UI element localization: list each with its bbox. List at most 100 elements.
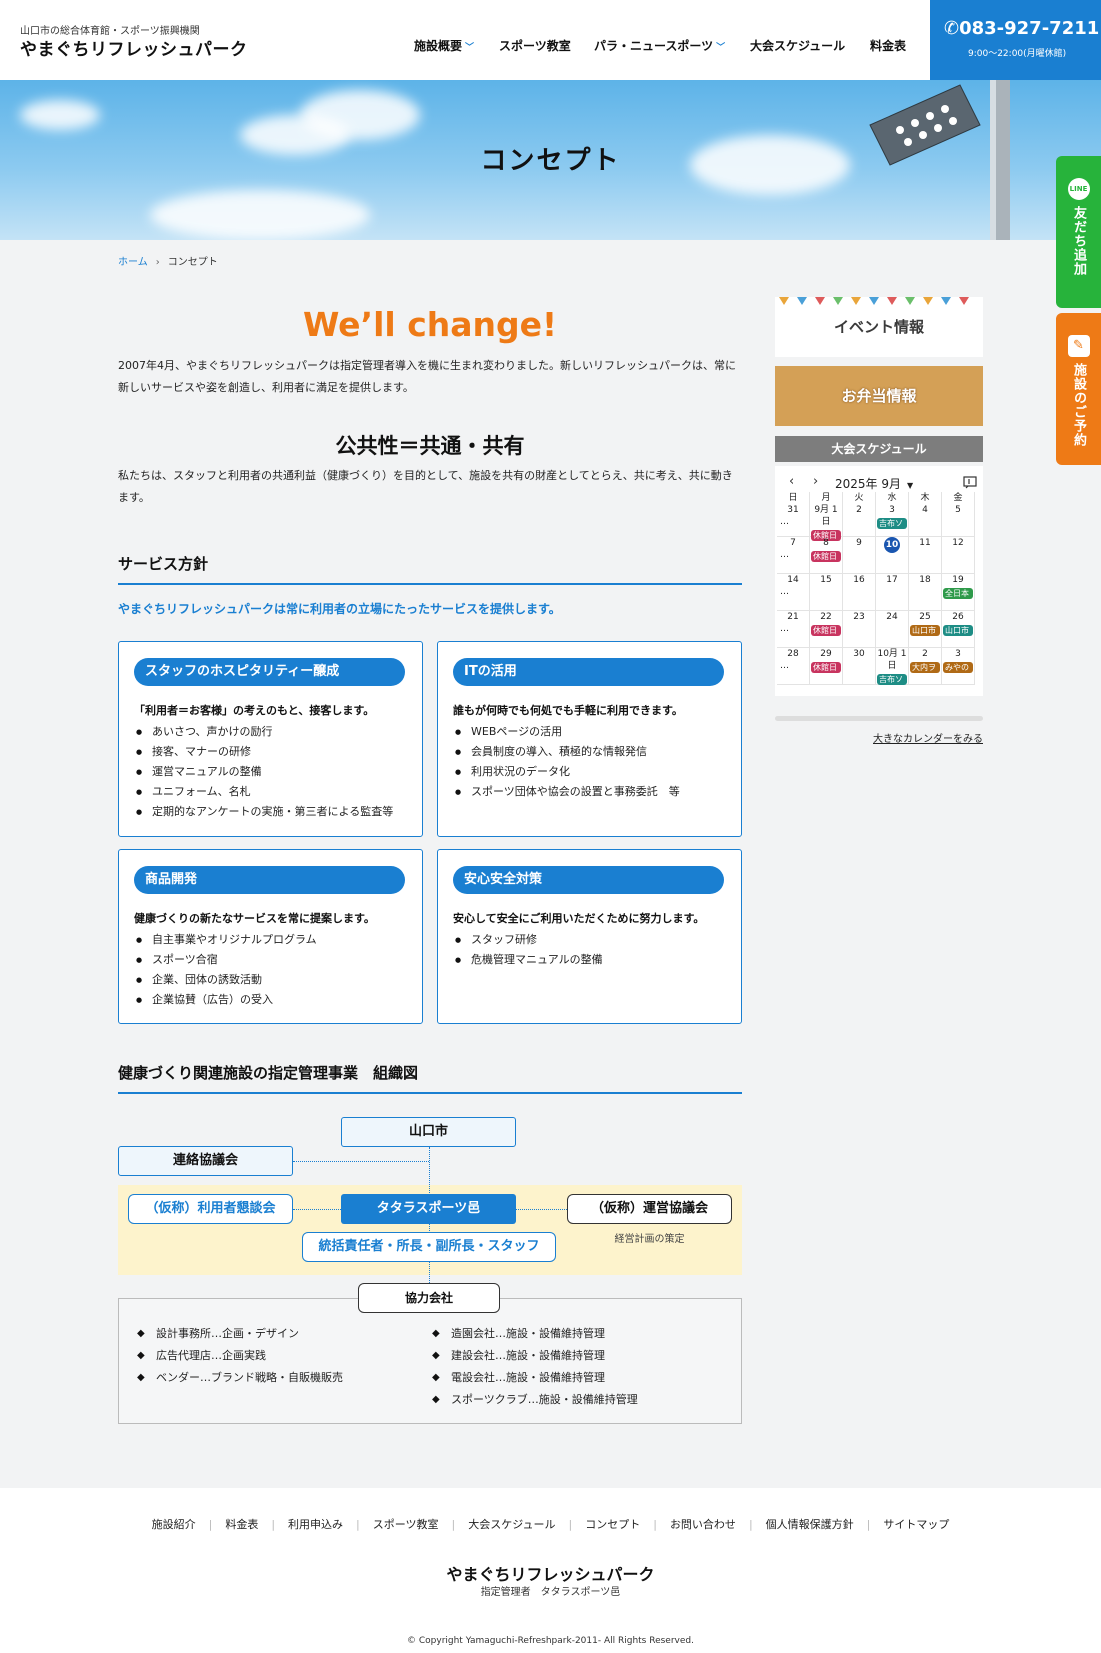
phone-number: ✆083-927-7211 xyxy=(944,18,1100,39)
more-events-indicator[interactable]: … xyxy=(777,549,809,561)
calendar-day-cell[interactable]: 10 xyxy=(876,537,909,574)
calendar-event[interactable]: 山口市 xyxy=(943,625,973,636)
nav-tournament-schedule[interactable]: 大会スケジュール xyxy=(750,37,845,54)
footer-nav-link[interactable]: 大会スケジュール xyxy=(468,1518,555,1531)
footer-nav-link[interactable]: 利用申込み xyxy=(288,1518,343,1531)
calendar-day-cell[interactable]: 11 xyxy=(909,537,942,574)
list-item: 利用状況のデータ化 xyxy=(453,762,680,782)
calendar-event[interactable]: 大内ヲ xyxy=(910,662,940,673)
calendar-day-cell[interactable]: 10月 1日 吉布ソ xyxy=(876,648,909,685)
calendar-prev-button[interactable]: ‹ xyxy=(789,474,794,489)
calendar-day-cell[interactable]: 9 xyxy=(843,537,876,574)
list-item: 接客、マナーの研修 xyxy=(134,742,393,762)
calendar-event[interactable]: 山口市 xyxy=(910,625,940,636)
calendar-day-cell[interactable]: 17 xyxy=(876,574,909,611)
calendar-day-cell[interactable]: 水 3 吉布ソ xyxy=(876,492,909,537)
facility-booking-label: 施設のご予約 xyxy=(1071,363,1086,447)
calendar-event[interactable]: 休館日 xyxy=(811,662,841,673)
calendar-event[interactable]: 全日本 xyxy=(943,588,973,599)
footer-nav-link[interactable]: スポーツ教室 xyxy=(373,1518,439,1531)
calendar-event[interactable]: 休館日 xyxy=(811,625,841,636)
more-events-indicator[interactable]: … xyxy=(777,586,809,598)
agenda-view-icon[interactable] xyxy=(963,476,977,489)
calendar-day-cell[interactable]: 30 xyxy=(843,648,876,685)
list-item: スポーツクラブ…施設・設備維持管理 xyxy=(432,1389,638,1411)
chevron-down-icon: ﹀ xyxy=(465,43,475,53)
weekday-label: 金 xyxy=(953,493,963,503)
calendar-day-cell[interactable]: 8 休館日 xyxy=(810,537,843,574)
calendar-day-cell[interactable]: 火2 xyxy=(843,492,876,537)
weekday-label: 月 xyxy=(821,493,831,503)
policy-card-safety: 安心安全対策 安心して安全にご利用いただくために努力します。 スタッフ研修 危機… xyxy=(437,849,742,1024)
nav-price-list[interactable]: 料金表 xyxy=(870,37,906,54)
nav-facility-overview[interactable]: 施設概要 ﹀ xyxy=(414,37,474,54)
card-title: スタッフのホスピタリティー醸成 xyxy=(134,658,405,686)
calendar-day-cell[interactable]: 15 xyxy=(810,574,843,611)
calendar-day-cell[interactable]: 24 xyxy=(876,611,909,648)
footer-nav-link[interactable]: 個人情報保護方針 xyxy=(766,1518,854,1531)
breadcrumb-home[interactable]: ホーム xyxy=(118,257,148,268)
day-number: 17 xyxy=(886,575,898,585)
calendar-day-cell[interactable]: 2 大内ヲ xyxy=(909,648,942,685)
calendar-day-cell[interactable]: 19 全日本 xyxy=(942,574,975,611)
calendar-day-cell[interactable]: 12 xyxy=(942,537,975,574)
calendar-day-cell[interactable]: 23 xyxy=(843,611,876,648)
calendar-day-cell[interactable]: 18 xyxy=(909,574,942,611)
calendar-event[interactable]: 吉布ソ xyxy=(877,518,907,529)
card-list: スタッフ研修 危機管理マニュアルの整備 xyxy=(453,930,603,970)
calendar-day-cell[interactable]: 16 xyxy=(843,574,876,611)
day-number: 22 xyxy=(820,612,832,622)
more-events-indicator[interactable]: … xyxy=(777,623,809,635)
calendar-day-cell[interactable]: 29 休館日 xyxy=(810,648,843,685)
calendar-day-cell[interactable]: 25 山口市 xyxy=(909,611,942,648)
schedule-heading: 大会スケジュール xyxy=(775,436,983,462)
list-item: スタッフ研修 xyxy=(453,930,603,950)
calendar-day-cell[interactable]: 26 山口市 xyxy=(942,611,975,648)
nav-divider: | xyxy=(866,1518,871,1531)
calendar-day-cell[interactable]: 日 31… xyxy=(777,492,810,537)
view-large-calendar-link[interactable]: 大きなカレンダーをみる xyxy=(775,730,983,745)
calendar-day-cell[interactable]: 28… xyxy=(777,648,810,685)
page-title: コンセプト xyxy=(480,146,621,176)
event-info-banner[interactable]: イベント情報 xyxy=(775,297,983,357)
calendar-day-cell[interactable]: 7… xyxy=(777,537,810,574)
calendar-event[interactable]: 吉布ソ xyxy=(877,674,907,685)
calendar-day-cell[interactable]: 月 9月 1日 休館日 xyxy=(810,492,843,541)
footer-nav-link[interactable]: お問い合わせ xyxy=(670,1518,736,1531)
nav-sports-class[interactable]: スポーツ教室 xyxy=(499,37,571,54)
calendar-scrollbar[interactable] xyxy=(775,716,983,721)
day-number: 7 xyxy=(790,538,796,548)
bento-info-banner[interactable]: お弁当情報 xyxy=(775,366,983,426)
calendar-day-cell[interactable]: 22 休館日 xyxy=(810,611,843,648)
footer-nav-link[interactable]: コンセプト xyxy=(585,1518,640,1531)
calendar-day-cell[interactable]: 金5 xyxy=(942,492,975,537)
calendar-day-cell[interactable]: 14… xyxy=(777,574,810,611)
card-title: ITの活用 xyxy=(453,658,724,686)
calendar-next-button[interactable]: › xyxy=(813,474,818,489)
nav-para-newsports[interactable]: パラ・ニュースポーツ ﹀ xyxy=(594,37,725,54)
calendar-day-cell[interactable]: 21… xyxy=(777,611,810,648)
footer-nav-link[interactable]: 施設紹介 xyxy=(152,1518,196,1531)
footer-nav-link[interactable]: サイトマップ xyxy=(883,1518,949,1531)
list-item: 会員制度の導入、積極的な情報発信 xyxy=(453,742,680,762)
facility-booking-tab[interactable]: ✎ 施設のご予約 xyxy=(1056,313,1101,465)
intro-text: 2007年4月、やまぐちリフレッシュパークは指定管理者導入を機に生まれ変わりまし… xyxy=(118,359,736,394)
more-events-indicator[interactable]: … xyxy=(777,516,809,528)
calendar-day-cell[interactable]: 3 みやの xyxy=(942,648,975,685)
list-item: WEBページの活用 xyxy=(453,722,680,742)
calendar-event[interactable]: 休館日 xyxy=(811,551,841,562)
calendar-event[interactable]: みやの xyxy=(943,662,973,673)
calendar-day-cell[interactable]: 木4 xyxy=(909,492,942,537)
card-lead: 「利用者＝お客様」の考えのもと、接客します。 xyxy=(134,704,375,717)
phone-icon: ✆ xyxy=(944,18,960,39)
list-item: 建設会社…施設・設備維持管理 xyxy=(432,1345,638,1367)
line-friend-tab[interactable]: LINE 友だち追加 xyxy=(1056,156,1101,308)
more-events-indicator[interactable]: … xyxy=(777,660,809,672)
footer-nav-link[interactable]: 料金表 xyxy=(225,1518,258,1531)
nav-divider: | xyxy=(208,1518,213,1531)
day-number: 14 xyxy=(787,575,799,585)
phone-contact[interactable]: ✆083-927-7211 9:00〜22:00(月曜休館) xyxy=(930,0,1101,80)
weekday-label: 木 xyxy=(920,493,930,503)
calendar-month-select[interactable]: 2025年 9月 ▼ xyxy=(835,475,913,492)
copyright: © Copyright Yamaguchi-Refreshpark-2011- … xyxy=(407,1636,694,1646)
